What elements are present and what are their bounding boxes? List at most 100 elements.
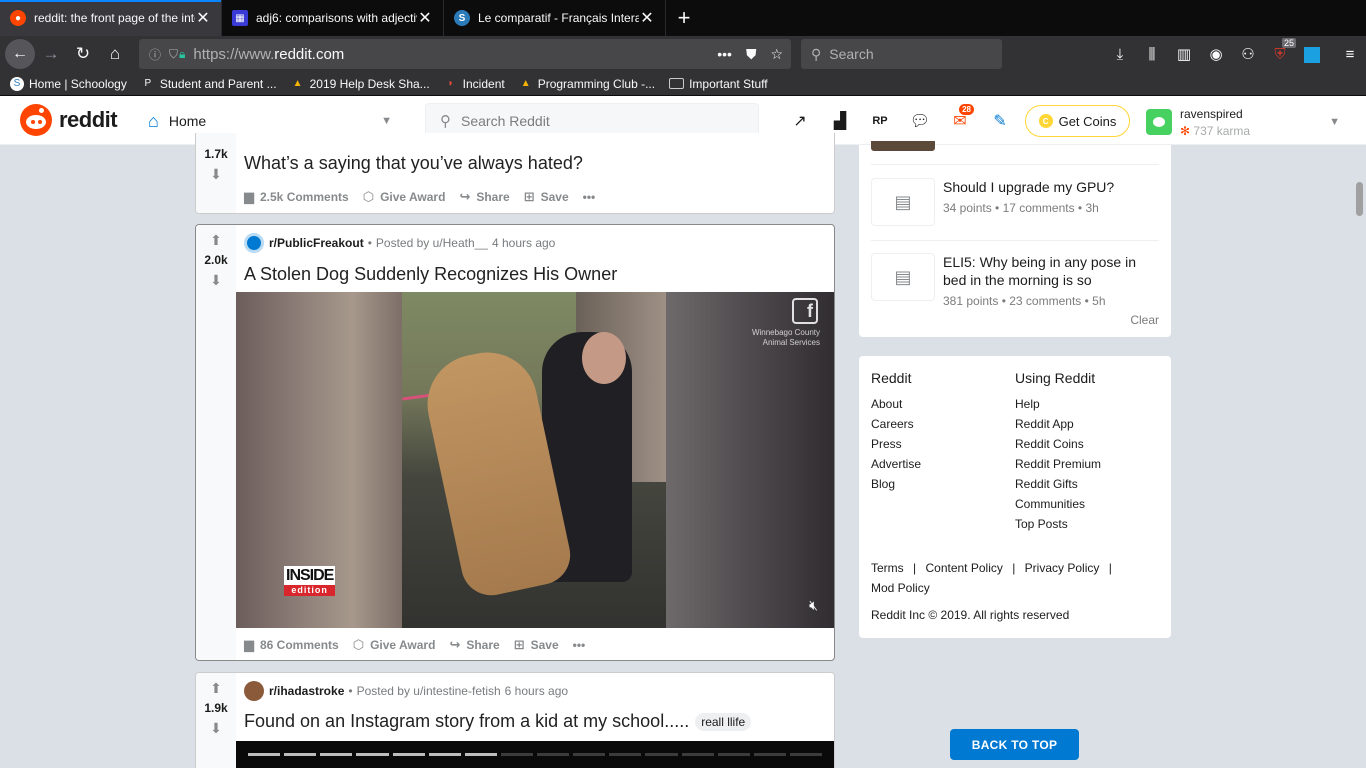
video-player[interactable]: f Winnebago County Animal Services INSID… <box>236 292 834 628</box>
close-tab-icon[interactable]: ✕ <box>195 8 211 28</box>
download-icon[interactable]: ⤓ <box>1104 46 1136 63</box>
leaderboard-icon[interactable]: ▟ <box>820 108 860 134</box>
chat-icon[interactable]: 💬︎ <box>900 108 940 134</box>
save-button[interactable]: ⊞ Save <box>514 637 559 653</box>
comments-button[interactable]: ▆ 86 Comments <box>244 637 339 653</box>
create-post-icon[interactable]: ✎ <box>980 108 1020 134</box>
pocket-icon[interactable]: ⛊ <box>746 46 757 63</box>
url-bar[interactable]: ⓘ ⛉ 🔒︎ https://www.reddit.com ••• ⛊ ☆ <box>139 39 791 69</box>
upvote-icon[interactable]: ⬆ <box>210 681 222 695</box>
library-icon[interactable]: ⫼ <box>1136 46 1168 63</box>
new-tab-button[interactable]: + <box>666 0 702 36</box>
back-button[interactable]: ← <box>5 39 35 69</box>
footer-link-reddit-coins[interactable]: Reddit Coins <box>1015 434 1101 454</box>
rpan-icon[interactable]: RP <box>860 108 900 134</box>
extension-blue-icon[interactable] <box>1296 45 1328 63</box>
back-to-top-button[interactable]: BACK TO TOP <box>950 729 1079 760</box>
more-options-icon[interactable]: ••• <box>573 638 586 652</box>
legal-link-terms[interactable]: Terms <box>871 561 904 575</box>
bookmark-important-stuff[interactable]: Important Stuff <box>669 77 768 91</box>
save-button[interactable]: ⊞ Save <box>524 189 569 205</box>
footer-link-top-posts[interactable]: Top Posts <box>1015 514 1101 534</box>
forward-button[interactable]: → <box>35 38 67 70</box>
footer-link-press[interactable]: Press <box>871 434 921 454</box>
posted-by[interactable]: Posted by u/intestine-fetish <box>357 684 501 698</box>
subreddit-link[interactable]: r/ihadastroke <box>269 684 344 698</box>
legal-link-privacy-policy[interactable]: Privacy Policy <box>1025 561 1100 575</box>
reload-button[interactable]: ↻ <box>67 38 99 70</box>
clear-recent-button[interactable]: Clear <box>1130 313 1159 327</box>
bookmark-student-parent[interactable]: P Student and Parent ... <box>141 77 277 91</box>
downvote-icon[interactable]: ⬇ <box>210 167 222 181</box>
legal-separator: | <box>1012 561 1016 575</box>
story-player[interactable] <box>236 741 834 768</box>
subreddit-icon[interactable] <box>244 233 264 253</box>
post-card[interactable]: 1.7k ⬇ What’s a saying that you’ve alway… <box>195 133 835 214</box>
mail-icon[interactable]: ✉ 28 <box>940 104 980 134</box>
browser-search-input[interactable]: ⚲ Search <box>801 39 1002 69</box>
legal-link-mod-policy[interactable]: Mod Policy <box>871 581 930 595</box>
close-tab-icon[interactable]: ✕ <box>639 8 655 28</box>
downvote-icon[interactable]: ⬇ <box>210 721 222 735</box>
bookmark-help-desk[interactable]: ▲ 2019 Help Desk Sha... <box>291 77 430 91</box>
posted-by[interactable]: Posted by u/Heath__ <box>376 236 488 250</box>
post-title[interactable]: Found on an Instagram story from a kid a… <box>244 711 752 732</box>
bookmark-star-icon[interactable]: ☆ <box>770 46 783 63</box>
user-menu[interactable]: ravenspired ✻ 737 karma ▼ <box>1146 104 1346 140</box>
legal-separator: | <box>1108 561 1112 575</box>
comments-button[interactable]: ▆ 2.5k Comments <box>244 189 349 205</box>
tab-title: reddit: the front page of the inte <box>34 11 195 25</box>
mute-icon[interactable]: 🔇︎ <box>809 597 818 614</box>
browser-tab-adj6[interactable]: ▦ adj6: comparisons with adjectiv ✕ <box>222 0 444 36</box>
share-label: Share <box>466 638 500 652</box>
footer-link-careers[interactable]: Careers <box>871 414 921 434</box>
give-award-button[interactable]: ⬡ Give Award <box>353 637 436 653</box>
close-tab-icon[interactable]: ✕ <box>417 8 433 28</box>
footer-link-advertise[interactable]: Advertise <box>871 454 921 474</box>
bookmark-programming-club[interactable]: ▲ Programming Club -... <box>519 77 655 91</box>
downvote-icon[interactable]: ⬇ <box>210 273 222 287</box>
bookmark-schoology[interactable]: S Home | Schoology <box>10 76 127 91</box>
footer-link-reddit-gifts[interactable]: Reddit Gifts <box>1015 474 1101 494</box>
scrollbar-thumb[interactable] <box>1356 182 1363 216</box>
sidebar-icon[interactable]: ▥ <box>1168 45 1200 63</box>
footer-link-about[interactable]: About <box>871 394 921 414</box>
footer-link-blog[interactable]: Blog <box>871 474 921 494</box>
legal-link-content-policy[interactable]: Content Policy <box>925 561 1002 575</box>
home-button[interactable]: ⌂ <box>99 38 131 70</box>
footer-link-help[interactable]: Help <box>1015 394 1101 414</box>
menu-icon[interactable]: ≡ <box>1334 46 1366 63</box>
give-award-button[interactable]: ⬡ Give Award <box>363 189 446 205</box>
browser-tab-reddit[interactable]: ● reddit: the front page of the inte ✕ <box>0 0 222 36</box>
ublock-icon[interactable]: ⛨ 25 <box>1264 37 1296 63</box>
recent-post-item[interactable]: ▤ Should I upgrade my GPU? 34 points • 1… <box>871 178 1159 226</box>
account-icon[interactable]: ◉ <box>1200 45 1232 63</box>
subreddit-icon[interactable] <box>244 681 264 701</box>
trending-icon[interactable]: ↗ <box>780 108 820 134</box>
schoology-icon: S <box>454 10 470 26</box>
drive-icon: ▲ <box>292 78 303 89</box>
bookmark-incident[interactable]: ◗ Incident <box>444 77 505 91</box>
subreddit-link[interactable]: r/PublicFreakout <box>269 236 364 250</box>
post-card[interactable]: ⬆ 1.9k ⬇ r/ihadastroke • Posted by u/int… <box>195 672 835 768</box>
browser-tab-comparatif[interactable]: S Le comparatif - Français Interac ✕ <box>444 0 666 36</box>
page-actions-icon[interactable]: ••• <box>717 46 732 62</box>
footer-link-reddit-premium[interactable]: Reddit Premium <box>1015 454 1101 474</box>
extension-icon[interactable]: ⚇ <box>1232 45 1264 63</box>
post-title[interactable]: What’s a saying that you’ve always hated… <box>244 153 583 174</box>
footer-link-reddit-app[interactable]: Reddit App <box>1015 414 1101 434</box>
recent-post-title[interactable]: Should I upgrade my GPU? <box>943 178 1114 196</box>
more-options-icon[interactable]: ••• <box>583 190 596 204</box>
footer-link-communities[interactable]: Communities <box>1015 494 1101 514</box>
home-dropdown[interactable]: ⌂ Home ▼ <box>148 106 398 136</box>
browser-nav-bar: ← → ↻ ⌂ ⓘ ⛉ 🔒︎ https://www.reddit.com ••… <box>0 36 1366 72</box>
recent-post-title[interactable]: ELI5: Why being in any pose in bed in th… <box>943 253 1159 289</box>
upvote-icon[interactable]: ⬆ <box>210 233 222 247</box>
post-card[interactable]: ⬆ 2.0k ⬇ r/PublicFreakout • Posted by u/… <box>195 224 835 661</box>
reddit-logo[interactable]: reddit <box>20 104 118 136</box>
get-coins-button[interactable]: C Get Coins <box>1025 105 1130 137</box>
recent-post-item[interactable]: ▤ ELI5: Why being in any pose in bed in … <box>871 253 1159 308</box>
share-button[interactable]: ↪ Share <box>459 189 509 205</box>
post-title[interactable]: A Stolen Dog Suddenly Recognizes His Own… <box>244 264 617 285</box>
share-button[interactable]: ↪ Share <box>449 637 499 653</box>
